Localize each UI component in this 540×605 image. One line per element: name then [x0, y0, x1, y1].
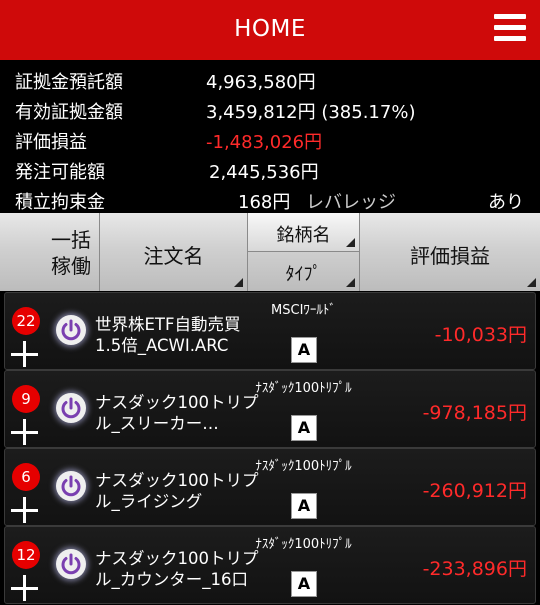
- account-summary: 証拠金預託額 4,963,580円 有効証拠金額 3,459,812円 (385…: [0, 60, 540, 213]
- power-icon[interactable]: [56, 315, 86, 345]
- sort-indicator-icon: [234, 278, 243, 287]
- order-name: 世界株ETF自動売買1.5倍_ACWI.ARC: [95, 315, 241, 355]
- count-badge: 12: [12, 541, 40, 569]
- brand-name: ﾅｽﾀﾞｯｸ100ﾄﾘﾌﾟﾙ: [255, 459, 352, 474]
- order-name: ナスダック100トリプル_ライジング: [95, 471, 259, 511]
- valuation-value: -260,912円: [422, 480, 527, 502]
- margin-deposit-label: 証拠金預託額: [15, 72, 123, 93]
- margin-deposit-row: 証拠金預託額 4,963,580円: [0, 64, 540, 94]
- leverage-value: あり: [488, 192, 524, 213]
- effective-margin-label: 有効証拠金額: [15, 102, 123, 123]
- brand-name: ﾅｽﾀﾞｯｸ100ﾄﾘﾌﾟﾙ: [255, 537, 352, 552]
- brand-column[interactable]: 銘柄名: [248, 213, 359, 252]
- type-column-label: ﾀｲﾌﾟ: [285, 264, 322, 285]
- effective-margin-value: 3,459,812円 (385.17%): [206, 102, 416, 123]
- add-icon[interactable]: [11, 575, 39, 603]
- order-name-column-label: 注文名: [143, 244, 204, 268]
- valuation-value: -233,896円: [422, 558, 527, 580]
- add-icon[interactable]: [11, 341, 39, 369]
- type-badge: A: [291, 571, 317, 597]
- type-badge: A: [291, 415, 317, 441]
- page-title: HOME: [234, 16, 306, 42]
- count-badge: 22: [12, 307, 40, 335]
- accumulation-value: 168円: [238, 192, 291, 213]
- type-badge: A: [291, 493, 317, 519]
- type-badge: A: [291, 337, 317, 363]
- order-available-row: 発注可能額 2,445,536円: [0, 154, 540, 184]
- order-available-value: 2,445,536円: [209, 162, 319, 183]
- count-badge: 6: [12, 463, 40, 491]
- hamburger-menu-icon[interactable]: [494, 14, 526, 44]
- power-icon[interactable]: [56, 549, 86, 579]
- add-icon[interactable]: [11, 419, 39, 447]
- sort-indicator-icon: [346, 278, 355, 287]
- batch-run-column-label: 一括 稼働: [51, 228, 91, 278]
- valuation-pl-label: 評価損益: [15, 132, 87, 153]
- sort-indicator-icon: [346, 238, 355, 247]
- effective-margin-row: 有効証拠金額 3,459,812円 (385.17%): [0, 94, 540, 124]
- list-column-header: 一括 稼働 注文名 銘柄名 ﾀｲﾌﾟ 評価損益: [0, 213, 540, 291]
- power-icon[interactable]: [56, 471, 86, 501]
- valuation-column[interactable]: 評価損益: [360, 213, 540, 291]
- list-item[interactable]: 9 ナスダック100トリプル_スリーカー… ﾅｽﾀﾞｯｸ100ﾄﾘﾌﾟﾙ A -…: [4, 370, 536, 448]
- batch-run-column[interactable]: 一括 稼働: [0, 213, 100, 291]
- list-item[interactable]: 6 ナスダック100トリプル_ライジング ﾅｽﾀﾞｯｸ100ﾄﾘﾌﾟﾙ A -2…: [4, 448, 536, 526]
- accumulation-label: 積立拘束金: [15, 192, 105, 213]
- count-badge: 9: [12, 385, 40, 413]
- valuation-value: -978,185円: [422, 402, 527, 424]
- order-list: 22 世界株ETF自動売買1.5倍_ACWI.ARC MSCIﾜｰﾙﾄﾞ A -…: [0, 291, 540, 605]
- valuation-pl-value: -1,483,026円: [206, 132, 323, 153]
- valuation-value: -10,033円: [434, 324, 527, 346]
- power-icon[interactable]: [56, 393, 86, 423]
- app-header: HOME: [0, 0, 540, 60]
- brand-name: MSCIﾜｰﾙﾄﾞ: [271, 303, 336, 318]
- list-item[interactable]: 22 世界株ETF自動売買1.5倍_ACWI.ARC MSCIﾜｰﾙﾄﾞ A -…: [4, 292, 536, 370]
- brand-type-column: 銘柄名 ﾀｲﾌﾟ: [248, 213, 360, 291]
- sort-indicator-icon: [527, 278, 536, 287]
- leverage-label: レバレッジ: [306, 192, 396, 213]
- order-name: ナスダック100トリプル_スリーカー…: [95, 393, 259, 433]
- order-available-label: 発注可能額: [15, 162, 105, 183]
- valuation-pl-row: 評価損益 -1,483,026円: [0, 124, 540, 154]
- brand-column-label: 銘柄名: [276, 225, 331, 246]
- valuation-column-label: 評価損益: [410, 244, 490, 268]
- brand-name: ﾅｽﾀﾞｯｸ100ﾄﾘﾌﾟﾙ: [255, 381, 352, 396]
- list-item[interactable]: 12 ナスダック100トリプル_カウンター_16口 ﾅｽﾀﾞｯｸ100ﾄﾘﾌﾟﾙ…: [4, 526, 536, 604]
- accumulation-row: 積立拘束金 168円 レバレッジ あり: [0, 184, 540, 214]
- order-name: ナスダック100トリプル_カウンター_16口: [95, 549, 259, 589]
- type-column[interactable]: ﾀｲﾌﾟ: [248, 252, 359, 291]
- margin-deposit-value: 4,963,580円: [206, 72, 316, 93]
- order-name-column[interactable]: 注文名: [100, 213, 248, 291]
- add-icon[interactable]: [11, 497, 39, 525]
